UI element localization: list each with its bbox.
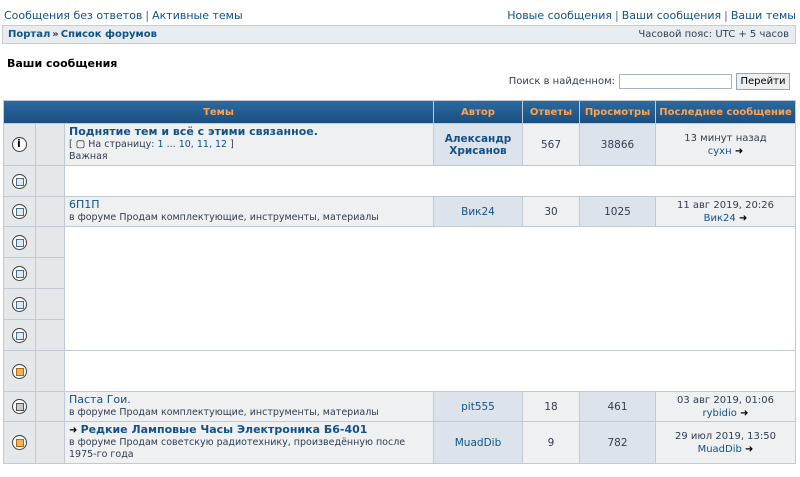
search-input[interactable] xyxy=(619,73,732,89)
unanswered-link[interactable]: Сообщения без ответов xyxy=(4,9,142,22)
forum-link[interactable]: Продам советскую радиотехнику, произведё… xyxy=(69,437,405,460)
blank-content-area xyxy=(65,227,795,350)
last-post-time: 11 авг 2019, 20:26 xyxy=(677,199,774,211)
replies-count: 567 xyxy=(540,138,562,151)
page-link-1[interactable]: 1 xyxy=(158,139,164,150)
last-post-time: 13 минут назад xyxy=(684,132,767,144)
table-row xyxy=(4,351,795,391)
hot-topic-icon xyxy=(12,435,27,450)
page-icon: ▢ xyxy=(75,139,86,150)
last-post-user[interactable]: Вик24 xyxy=(704,213,736,224)
hot-topic-icon xyxy=(12,363,27,379)
top-links-bar: Сообщения без ответов | Активные темы Новы… xyxy=(4,9,796,22)
goto-last-post-icon[interactable]: ➜ xyxy=(740,407,748,420)
page-link-10[interactable]: 10, xyxy=(179,139,194,150)
search-within-results: Поиск в найденном: Перейти xyxy=(509,72,790,90)
sticky-tag: Важная xyxy=(69,151,108,162)
table-row: 6П1П в форуме Продам комплектующие, инст… xyxy=(4,197,795,226)
topic-title-link[interactable]: Паста Гои. xyxy=(69,393,131,406)
topic-icon xyxy=(12,296,27,312)
author-link[interactable]: Вик24 xyxy=(461,206,495,218)
locked-topic-icon xyxy=(12,399,27,414)
table-row xyxy=(4,227,795,350)
breadcrumb-bar: Портал» Список форумов Часовой пояс: UTC … xyxy=(2,25,796,44)
go-button[interactable]: Перейти xyxy=(736,72,790,90)
new-post-icon[interactable]: ➜ xyxy=(69,425,77,437)
views-count: 782 xyxy=(607,436,628,449)
your-posts-link[interactable]: Ваши сообщения xyxy=(622,9,721,22)
last-post-time: 29 июл 2019, 13:50 xyxy=(674,430,776,442)
col-topics: Темы xyxy=(4,101,433,123)
page-link-11[interactable]: 11, xyxy=(197,139,212,150)
last-post-user[interactable]: MuadDib xyxy=(698,444,742,455)
views-count: 461 xyxy=(607,400,628,413)
replies-count: 18 xyxy=(544,400,558,413)
timezone-label: Часовой пояс: UTC + 5 часов xyxy=(638,29,789,40)
replies-count: 30 xyxy=(544,205,558,218)
author-link[interactable]: Александр Хрисанов xyxy=(445,133,512,157)
page-title: Ваши сообщения xyxy=(7,57,118,70)
last-post-user[interactable]: rybidio xyxy=(703,408,737,419)
topic-title-link[interactable]: Поднятие тем и всё с этими связанное. xyxy=(69,125,318,138)
breadcrumb-forums[interactable]: Список форумов xyxy=(61,29,157,40)
topic-title-link[interactable]: 6П1П xyxy=(69,198,100,211)
goto-last-post-icon[interactable]: ➜ xyxy=(745,443,753,456)
new-posts-link[interactable]: Новые сообщения xyxy=(507,9,612,22)
table-header: Темы Автор Ответы Просмотры Последнее со… xyxy=(4,101,795,123)
col-last-post: Последнее сообщение xyxy=(656,101,795,123)
breadcrumb-portal[interactable]: Портал xyxy=(8,29,50,40)
goto-last-post-icon[interactable]: ➜ xyxy=(735,145,743,158)
topic-icon xyxy=(12,234,27,250)
author-link[interactable]: MuadDib xyxy=(455,437,501,449)
topic-icon xyxy=(12,173,27,189)
topics-table: Темы Автор Ответы Просмотры Последнее со… xyxy=(3,100,796,464)
active-topics-link[interactable]: Активные темы xyxy=(152,9,243,22)
announcement-topic-icon xyxy=(12,137,27,152)
col-views: Просмотры xyxy=(580,101,655,123)
page-link-12[interactable]: 12 xyxy=(215,139,227,150)
topic-icon xyxy=(12,204,27,219)
topic-title-link[interactable]: Редкие Ламповые Часы Электроника Б6-401 xyxy=(81,423,368,436)
table-row: ➜ Редкие Ламповые Часы Электроника Б6-40… xyxy=(4,422,795,463)
search-label: Поиск в найденном: xyxy=(508,75,615,87)
topic-icon xyxy=(12,327,27,343)
table-row xyxy=(4,166,795,196)
author-link[interactable]: pit555 xyxy=(461,401,495,413)
table-row: Паста Гои. в форуме Продам комплектующие… xyxy=(4,392,795,421)
views-count: 38866 xyxy=(600,138,635,151)
pagination: [ ▢ На страницу: 1 ... 10, 11, 12 ] xyxy=(69,139,234,150)
your-topics-link[interactable]: Ваши темы xyxy=(731,9,796,22)
col-author: Автор xyxy=(434,101,522,123)
forum-link[interactable]: Продам комплектующие, инструменты, матер… xyxy=(119,212,378,223)
replies-count: 9 xyxy=(547,436,555,449)
breadcrumb: Портал» Список форумов xyxy=(8,29,157,40)
table-row: Поднятие тем и всё с этими связанное. [ … xyxy=(4,124,795,165)
views-count: 1025 xyxy=(604,205,631,218)
goto-last-post-icon[interactable]: ➜ xyxy=(739,212,747,225)
last-post-user[interactable]: сухн xyxy=(708,146,732,157)
last-post-time: 03 авг 2019, 01:06 xyxy=(677,394,774,406)
col-replies: Ответы xyxy=(523,101,579,123)
forum-link[interactable]: Продам комплектующие, инструменты, матер… xyxy=(119,407,378,418)
topic-icon xyxy=(12,265,27,281)
